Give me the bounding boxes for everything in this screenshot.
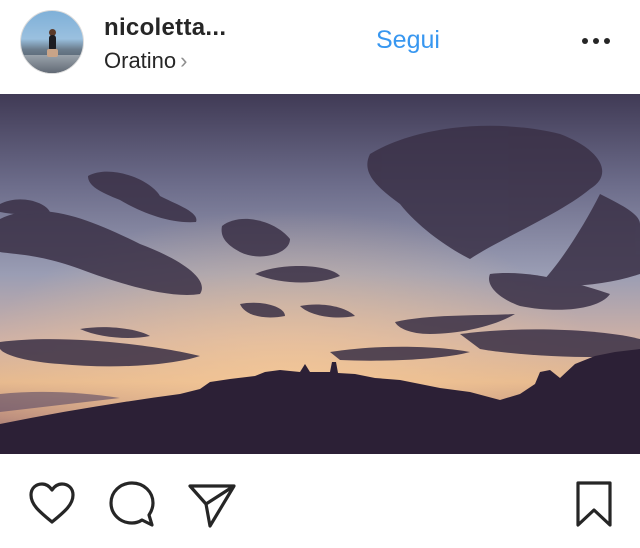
action-bar — [0, 454, 640, 548]
post-photo[interactable] — [0, 94, 640, 454]
heart-icon[interactable] — [26, 478, 78, 530]
paper-plane-icon[interactable] — [186, 478, 238, 530]
comment-bubble-icon[interactable] — [106, 478, 158, 530]
follow-button[interactable]: Segui — [376, 26, 440, 55]
username[interactable]: nicoletta... — [104, 14, 226, 42]
bookmark-icon[interactable] — [568, 478, 620, 530]
location-link[interactable]: Oratino › — [104, 48, 187, 74]
location-label: Oratino — [104, 48, 177, 73]
post-header: nicoletta... Oratino › Segui — [0, 0, 640, 94]
avatar[interactable] — [20, 10, 84, 74]
chevron-right-icon: › — [180, 48, 188, 73]
more-options-icon[interactable] — [578, 26, 614, 54]
instagram-post: nicoletta... Oratino › Segui — [0, 0, 640, 548]
